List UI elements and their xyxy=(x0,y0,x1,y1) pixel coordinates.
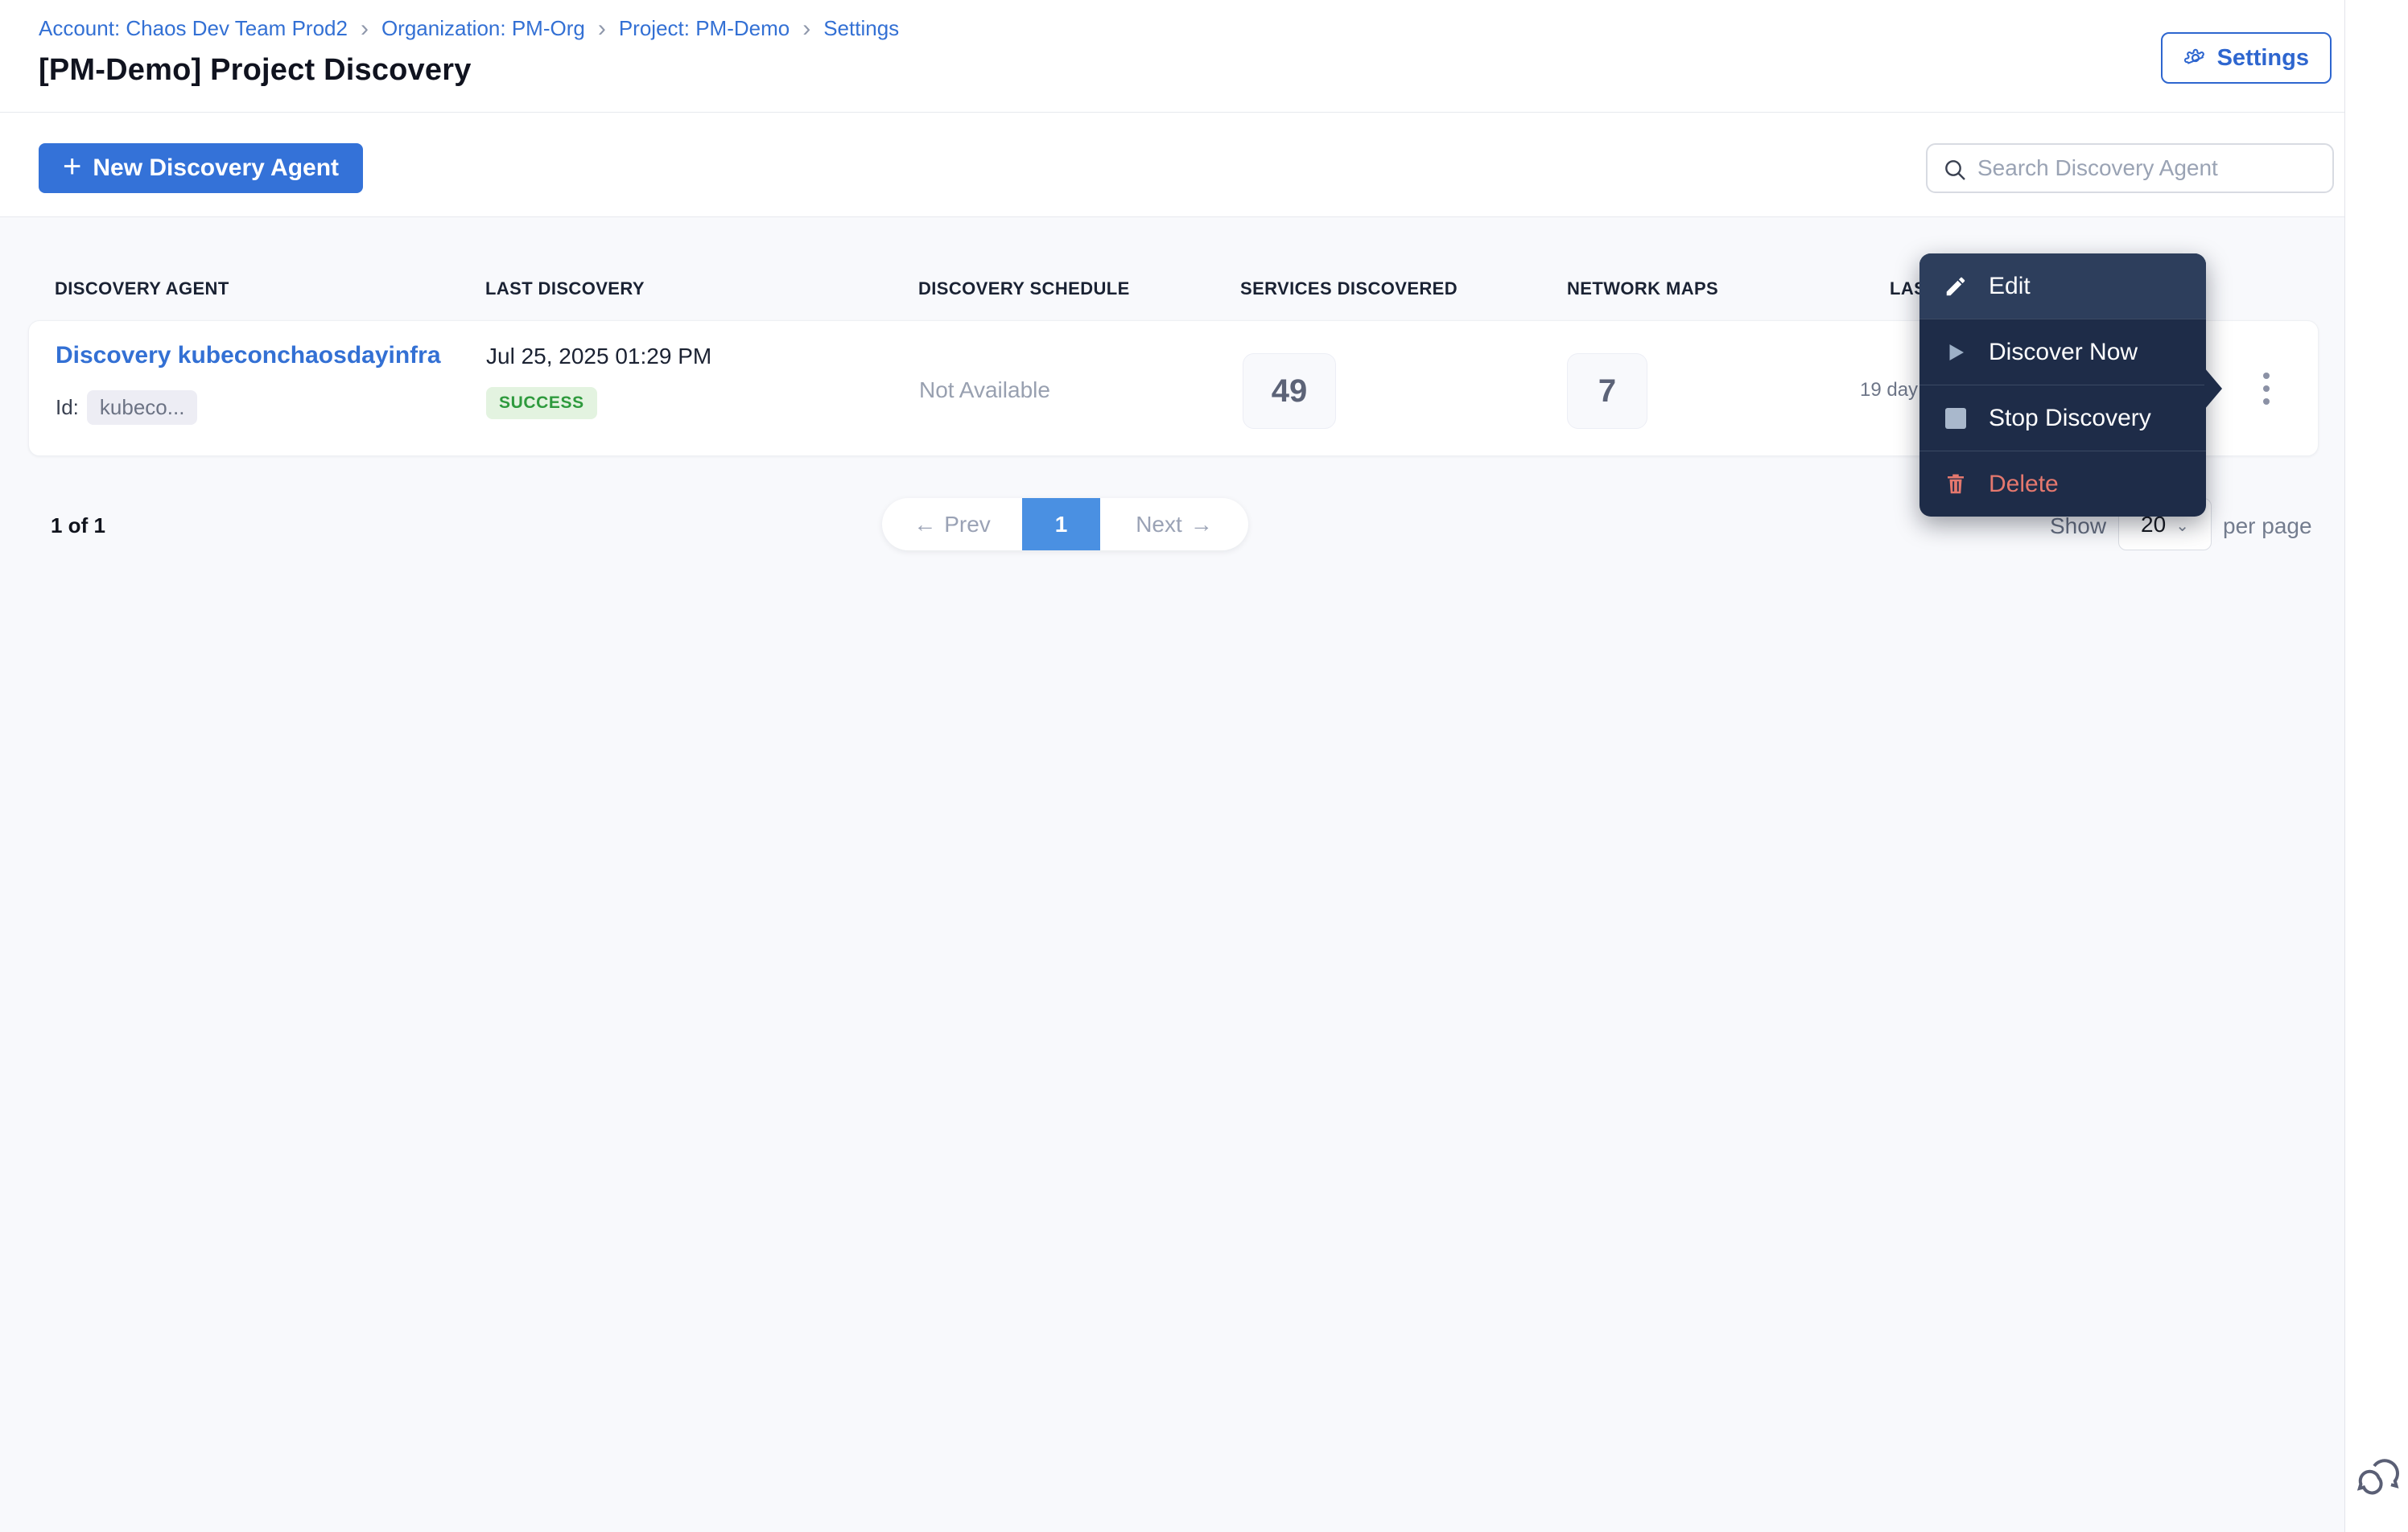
prev-label: Prev xyxy=(944,511,991,537)
column-header-services-discovered: SERVICES DISCOVERED xyxy=(1240,278,1458,299)
column-header-discovery-schedule: DISCOVERY SCHEDULE xyxy=(918,278,1130,299)
kebab-dot xyxy=(2263,398,2270,405)
trash-icon xyxy=(1944,472,1968,496)
row-context-menu: Edit Discover Now Stop Discovery Delete xyxy=(1919,253,2222,517)
kebab-dot xyxy=(2263,385,2270,392)
last-discovery-timestamp: Jul 25, 2025 01:29 PM xyxy=(486,344,712,369)
chevron-right-icon: › xyxy=(360,14,369,42)
arrow-left-icon: ← xyxy=(913,511,937,537)
new-discovery-agent-button[interactable]: + New Discovery Agent xyxy=(39,143,364,193)
chat-bubbles-icon xyxy=(2356,1459,2400,1495)
network-maps-count[interactable]: 7 xyxy=(1567,353,1647,429)
arrow-right-icon: → xyxy=(1190,511,1213,537)
menu-item-discover-now[interactable]: Discover Now xyxy=(1919,319,2206,385)
menu-item-edit-label: Edit xyxy=(1989,272,2031,299)
menu-item-delete[interactable]: Delete xyxy=(1919,451,2206,517)
page-number-button[interactable]: 1 xyxy=(1022,498,1100,550)
stop-icon xyxy=(1944,407,1968,429)
chevron-right-icon: › xyxy=(802,14,811,42)
pagination-summary: 1 of 1 xyxy=(51,513,105,537)
breadcrumb-settings[interactable]: Settings xyxy=(823,16,899,41)
breadcrumb-account[interactable]: Account: Chaos Dev Team Prod2 xyxy=(39,16,348,41)
play-icon xyxy=(1944,340,1968,364)
plus-icon: + xyxy=(63,149,82,184)
support-chat-button[interactable] xyxy=(2355,1453,2408,1506)
toolbar-band: + New Discovery Agent xyxy=(0,113,2344,217)
next-label: Next xyxy=(1136,511,1182,537)
page-title: [PM-Demo] Project Discovery xyxy=(39,53,472,87)
discovery-agent-link[interactable]: Discovery kubeconchaosdayinfra xyxy=(56,342,441,369)
chevron-down-icon: ⌄ xyxy=(2175,517,2189,535)
column-header-network-maps: NETWORK MAPS xyxy=(1567,278,1719,299)
discovery-schedule-value: Not Available xyxy=(919,377,1050,402)
breadcrumb-project[interactable]: Project: PM-Demo xyxy=(619,16,790,41)
agent-id-line: Id: kubeco... xyxy=(56,390,198,425)
next-page-button[interactable]: Next → xyxy=(1100,498,1248,550)
breadcrumb-organization[interactable]: Organization: PM-Org xyxy=(381,16,585,41)
search-box xyxy=(1926,143,2334,193)
pagination-pill: ← Prev 1 Next → xyxy=(882,498,1248,550)
column-header-last-discovery: LAST DISCOVERY xyxy=(485,278,645,299)
kebab-dot xyxy=(2263,373,2270,379)
menu-item-stop-discovery-label: Stop Discovery xyxy=(1989,404,2151,431)
new-discovery-agent-label: New Discovery Agent xyxy=(93,154,340,181)
show-label: Show xyxy=(2050,513,2107,538)
column-header-discovery-agent: DISCOVERY AGENT xyxy=(55,278,229,299)
settings-button-label: Settings xyxy=(2216,44,2309,71)
last-value: 19 day xyxy=(1860,379,1919,401)
menu-item-stop-discovery[interactable]: Stop Discovery xyxy=(1919,385,2206,451)
header-band: Account: Chaos Dev Team Prod2 › Organiza… xyxy=(0,0,2344,113)
menu-item-edit[interactable]: Edit xyxy=(1919,253,2206,319)
agent-id-pill[interactable]: kubeco... xyxy=(86,390,198,425)
per-page-label: per page xyxy=(2223,513,2312,538)
row-kebab-menu-button[interactable] xyxy=(2228,350,2305,427)
chevron-right-icon: › xyxy=(597,14,606,42)
breadcrumb: Account: Chaos Dev Team Prod2 › Organiza… xyxy=(39,16,899,41)
pencil-icon xyxy=(1944,274,1968,299)
menu-item-discover-now-label: Discover Now xyxy=(1989,338,2138,365)
app-container: Account: Chaos Dev Team Prod2 › Organiza… xyxy=(0,0,2345,1532)
search-input[interactable] xyxy=(1928,145,2332,192)
settings-button[interactable]: Settings xyxy=(2160,32,2332,84)
status-badge: SUCCESS xyxy=(486,387,597,419)
menu-item-delete-label: Delete xyxy=(1989,470,2059,497)
search-icon xyxy=(1945,160,1965,180)
agent-id-label: Id: xyxy=(56,395,79,419)
gear-icon xyxy=(2183,45,2208,71)
services-discovered-count[interactable]: 49 xyxy=(1243,353,1336,429)
prev-page-button[interactable]: ← Prev xyxy=(882,498,1022,550)
